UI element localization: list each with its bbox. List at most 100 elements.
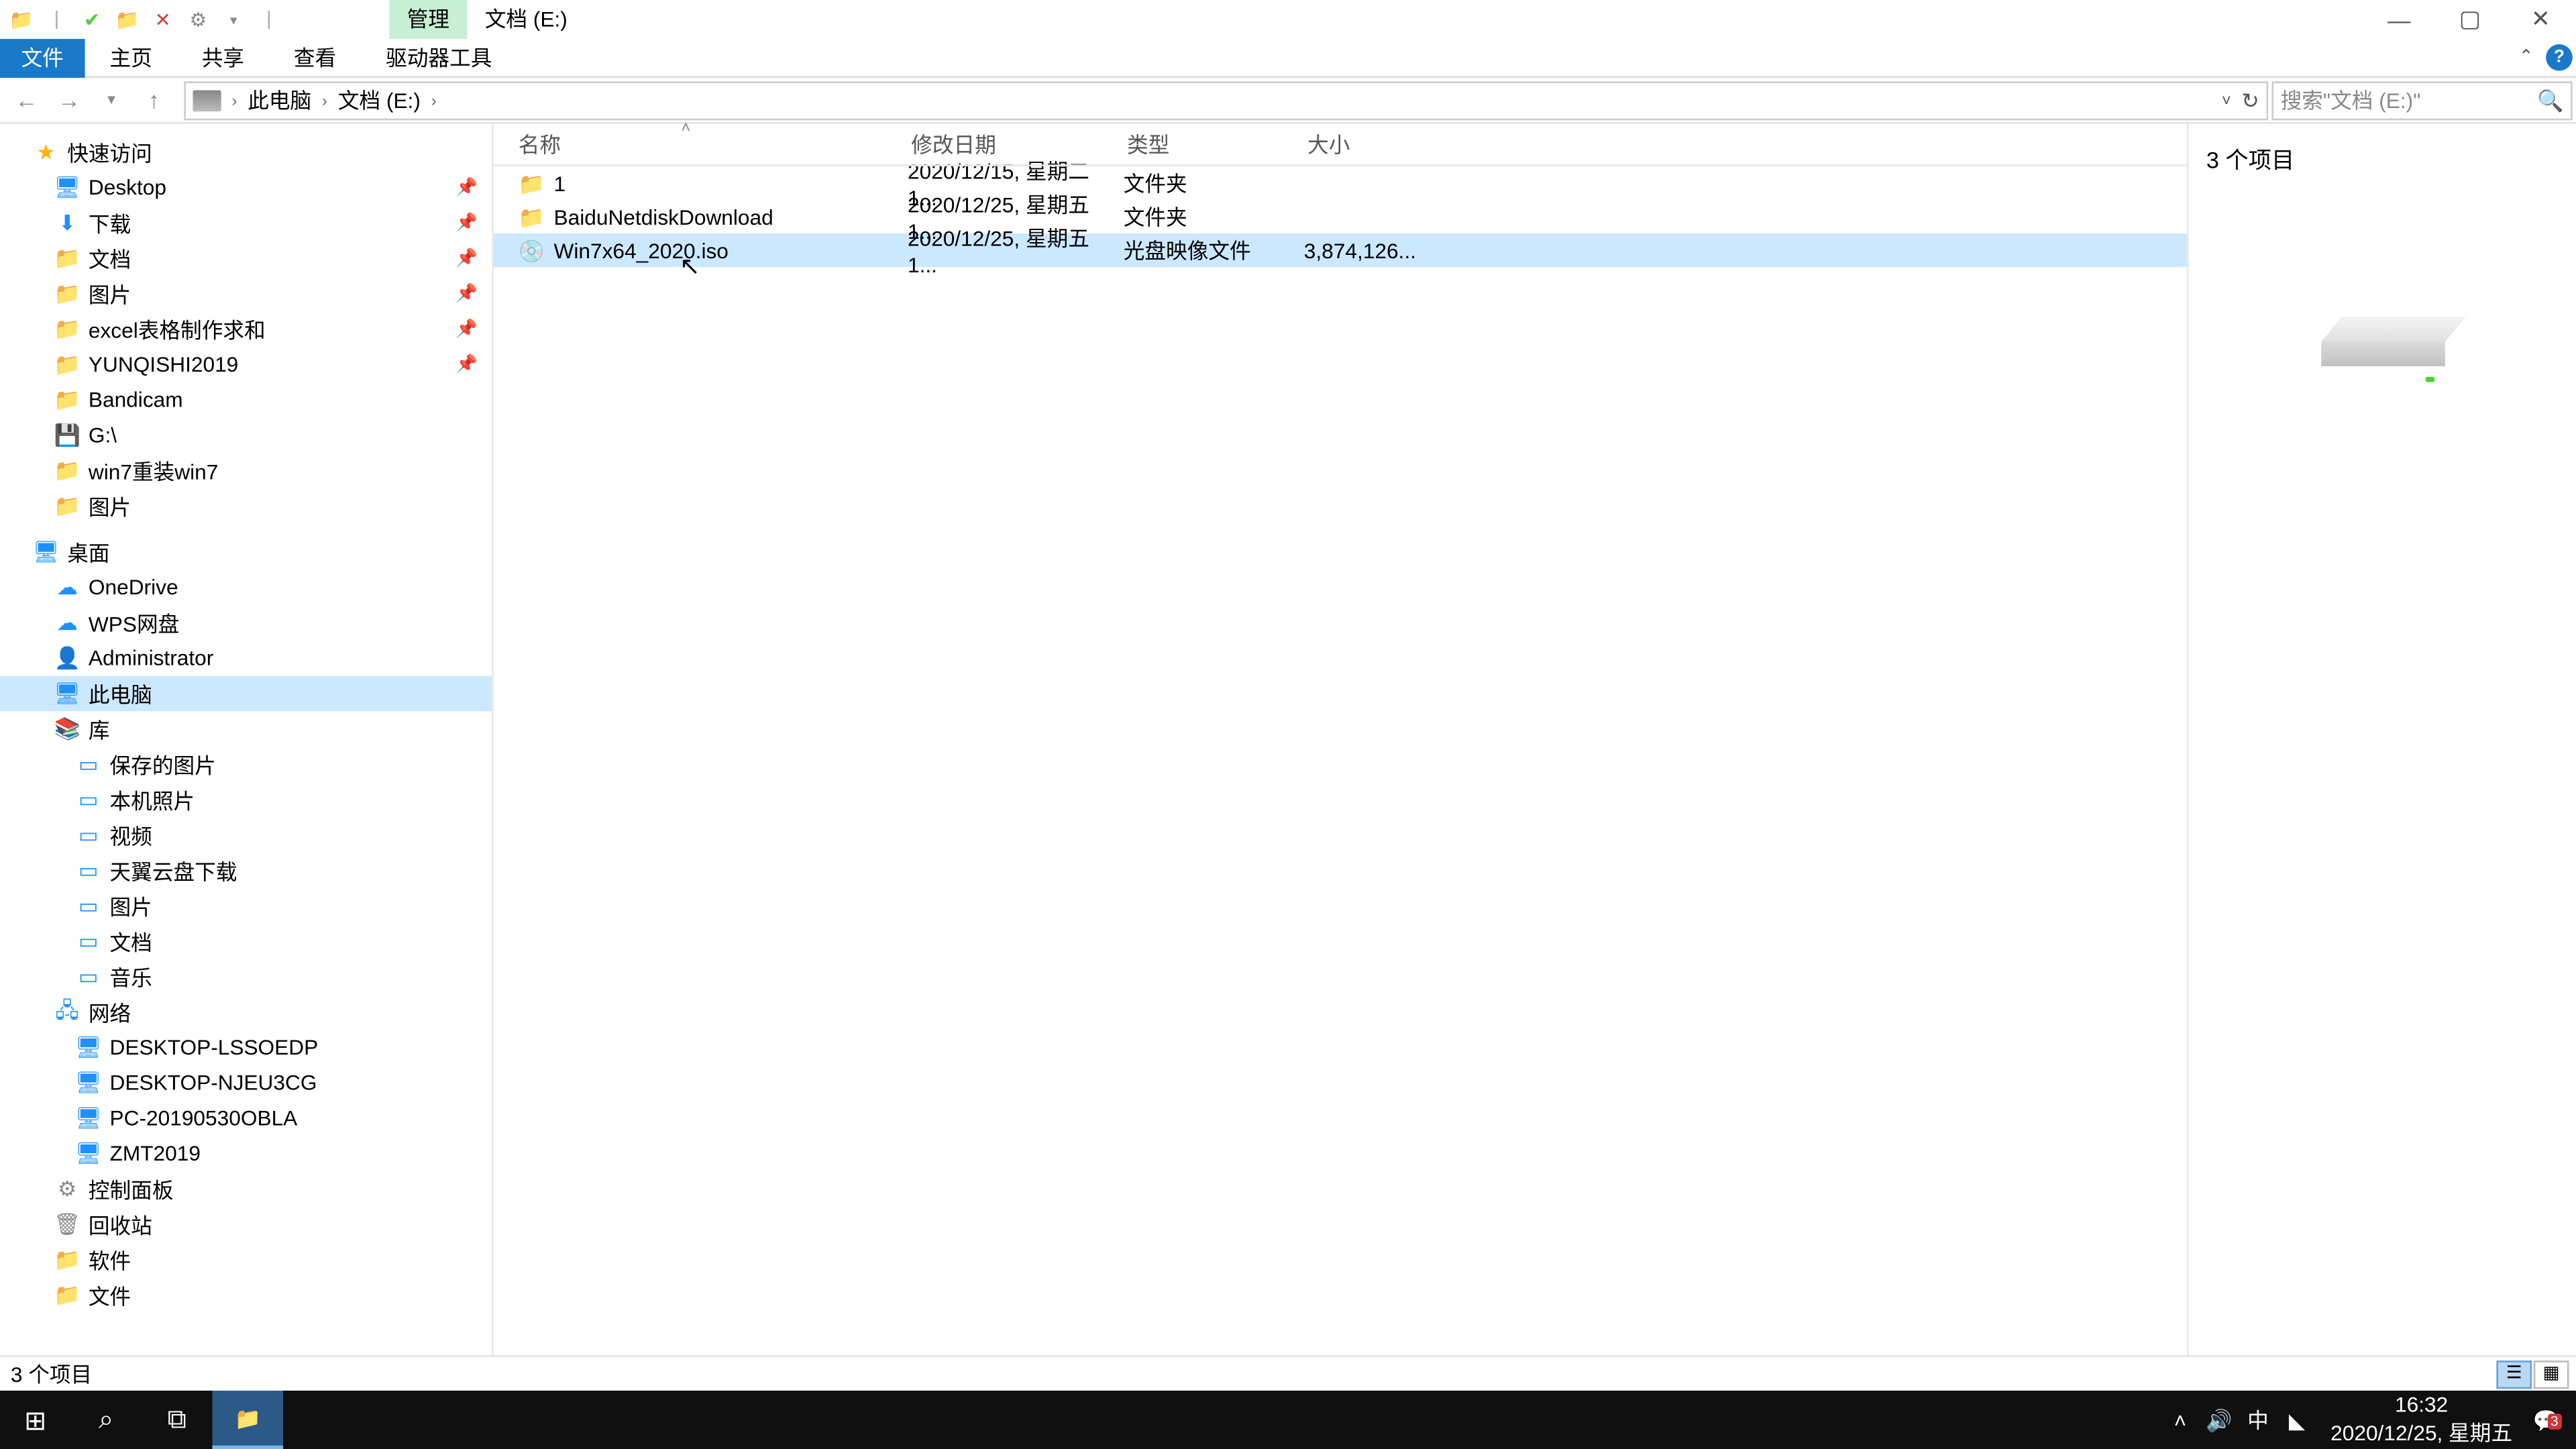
ribbon-file[interactable]: 文件 [0, 38, 85, 77]
nav-desktop-item[interactable]: 📁文件 [0, 1277, 492, 1313]
nav-desktop-item[interactable]: 🖥此电脑 [0, 676, 492, 711]
ribbon-collapse-icon[interactable]: ⌃ [2519, 48, 2534, 67]
nav-desktop-item[interactable]: ☁OneDrive [0, 570, 492, 605]
breadcrumb-drive[interactable]: 文档 (E:) [331, 85, 427, 115]
nav-quick-item[interactable]: 📁win7重装win7 [0, 453, 492, 488]
col-date[interactable]: 修改日期 [886, 129, 1102, 160]
nav-desktop-item[interactable]: 🗑回收站 [0, 1207, 492, 1242]
nav-library-item[interactable]: ▭图片 [0, 888, 492, 924]
taskbar-explorer[interactable]: 📁 [212, 1391, 282, 1449]
quick-access-toolbar: 📁 | ✔ 📁 ✕ ⚙ ▾ | [7, 5, 283, 34]
nav-network-item[interactable]: 🖥PC-20190530OBLA [0, 1100, 492, 1136]
nav-history-icon[interactable]: ▾ [92, 80, 131, 119]
nav-quick-item[interactable]: 📁excel表格制作求和📌 [0, 311, 492, 347]
task-view-icon[interactable]: ⧉ [142, 1391, 212, 1449]
qat-dropdown-icon[interactable]: ▾ [219, 5, 248, 34]
column-headers: 名称 ˄ 修改日期 类型 大小 [494, 124, 2187, 166]
chevron-right-icon[interactable]: › [228, 91, 240, 109]
minimize-button[interactable]: — [2364, 0, 2434, 39]
chevron-right-icon[interactable]: › [427, 91, 439, 109]
address-dropdown-icon[interactable]: ˅ [2222, 91, 2231, 109]
chevron-right-icon[interactable]: › [319, 91, 331, 109]
action-center-icon[interactable]: 💬3 [2526, 1407, 2565, 1432]
nav-quick-item[interactable]: 📁YUNQISHI2019📌 [0, 347, 492, 382]
nav-back-icon[interactable]: ← [7, 80, 46, 119]
col-type[interactable]: 类型 [1102, 129, 1283, 160]
ribbon-drive-tools[interactable]: 驱动器工具 [361, 38, 517, 77]
title-bar: 📁 | ✔ 📁 ✕ ⚙ ▾ | 管理 文档 (E:) — ▢ ✕ [0, 0, 2576, 39]
pin-icon: 📌 [455, 213, 478, 233]
pin-icon: 📌 [455, 249, 478, 268]
refresh-icon[interactable]: ↻ [2241, 88, 2259, 113]
nav-desktop-item[interactable]: 📁软件 [0, 1242, 492, 1277]
help-icon[interactable]: ? [2546, 44, 2573, 71]
nav-quick-access[interactable]: ★快速访问 [0, 134, 492, 170]
search-icon[interactable]: 🔍 [2537, 88, 2563, 113]
drive-large-icon [2320, 317, 2445, 387]
navigation-pane[interactable]: ★快速访问 🖥Desktop📌⬇下载📌📁文档📌📁图片📌📁excel表格制作求和📌… [0, 124, 492, 1395]
nav-up-icon[interactable]: ↑ [134, 80, 173, 119]
file-row[interactable]: 📁12020/12/15, 星期二 1...文件夹 [494, 166, 2187, 200]
address-bar[interactable]: › 此电脑 › 文档 (E:) › ˅ ↻ [184, 80, 2268, 119]
tray-overflow-icon[interactable]: ˄ [2161, 1407, 2200, 1432]
view-details-button[interactable]: ☰ [2496, 1360, 2532, 1388]
view-thumbnails-button[interactable]: ▦ [2534, 1360, 2569, 1388]
nav-library-item[interactable]: ▭天翼云盘下载 [0, 853, 492, 888]
nav-quick-item[interactable]: 📁图片 [0, 488, 492, 524]
nav-quick-item[interactable]: ⬇下载📌 [0, 205, 492, 241]
sort-asc-icon: ˄ [681, 119, 690, 136]
nav-forward-icon[interactable]: → [50, 80, 89, 119]
tray-clock[interactable]: 16:322020/12/25, 星期五 [2316, 1392, 2526, 1447]
nav-quick-item[interactable]: 📁文档📌 [0, 241, 492, 276]
nav-library-item[interactable]: ▭保存的图片 [0, 747, 492, 782]
system-tray: ˄ 🔊 中 ◣ 16:322020/12/25, 星期五 💬3 [2161, 1391, 2576, 1449]
ribbon-share[interactable]: 共享 [177, 38, 269, 77]
contextual-tab-manage[interactable]: 管理 [389, 0, 467, 39]
status-bar: 3 个项目 ☰ ▦ [0, 1355, 2576, 1391]
col-size[interactable]: 大小 [1283, 129, 1389, 160]
nav-library-item[interactable]: ▭本机照片 [0, 782, 492, 818]
qat-close-icon[interactable]: ✕ [149, 5, 177, 34]
nav-network-item[interactable]: 🖥DESKTOP-LSSOEDP [0, 1030, 492, 1065]
nav-desktop-item[interactable]: 🖧网络 [0, 994, 492, 1030]
nav-desktop[interactable]: 🖥桌面 [0, 534, 492, 570]
qat-sep: | [42, 5, 70, 34]
nav-desktop-item[interactable]: ☁WPS网盘 [0, 605, 492, 641]
file-row[interactable]: 📁BaiduNetdiskDownload2020/12/25, 星期五 1..… [494, 200, 2187, 233]
search-placeholder: 搜索"文档 (E:)" [2281, 85, 2421, 115]
tray-volume-icon[interactable]: 🔊 [2200, 1407, 2239, 1432]
pin-icon: 📌 [455, 284, 478, 303]
nav-network-item[interactable]: 🖥ZMT2019 [0, 1136, 492, 1171]
nav-library-item[interactable]: ▭文档 [0, 924, 492, 959]
nav-library-item[interactable]: ▭视频 [0, 817, 492, 853]
ribbon: 文件 主页 共享 查看 驱动器工具 ⌃ ? [0, 39, 2576, 78]
nav-desktop-item[interactable]: ⚙控制面板 [0, 1171, 492, 1207]
details-title: 3 个项目 [2206, 142, 2559, 175]
maximize-button[interactable]: ▢ [2434, 0, 2505, 39]
file-list-pane: 名称 ˄ 修改日期 类型 大小 📁12020/12/15, 星期二 1...文件… [492, 124, 2187, 1395]
file-row[interactable]: 💿Win7x64_2020.iso2020/12/25, 星期五 1...光盘映… [494, 233, 2187, 267]
qat-gear-icon[interactable]: ⚙ [184, 5, 212, 34]
nav-network-item[interactable]: 🖥DESKTOP-NJEU3CG [0, 1065, 492, 1101]
app-icon: 📁 [7, 5, 36, 34]
tray-security-icon[interactable]: ◣ [2277, 1407, 2316, 1432]
breadcrumb-this-pc[interactable]: 此电脑 [241, 85, 319, 115]
tray-ime-icon[interactable]: 中 [2239, 1405, 2277, 1435]
nav-quick-item[interactable]: 🖥Desktop📌 [0, 170, 492, 205]
pin-icon: 📌 [455, 178, 478, 197]
status-text: 3 个项目 [11, 1359, 92, 1389]
nav-desktop-item[interactable]: 👤Administrator [0, 641, 492, 676]
ribbon-view[interactable]: 查看 [269, 38, 361, 77]
search-input[interactable]: 搜索"文档 (E:)" 🔍 [2271, 80, 2572, 119]
nav-quick-item[interactable]: 📁Bandicam [0, 382, 492, 418]
start-button[interactable]: ⊞ [0, 1391, 70, 1449]
nav-desktop-item[interactable]: 📚库 [0, 711, 492, 747]
nav-quick-item[interactable]: 💾G:\ [0, 417, 492, 453]
qat-check-icon[interactable]: ✔ [78, 5, 106, 34]
qat-folder-icon[interactable]: 📁 [113, 5, 142, 34]
close-button[interactable]: ✕ [2506, 0, 2576, 39]
taskbar-search-icon[interactable]: ⌕ [70, 1391, 141, 1449]
nav-library-item[interactable]: ▭音乐 [0, 959, 492, 994]
ribbon-home[interactable]: 主页 [85, 38, 177, 77]
nav-quick-item[interactable]: 📁图片📌 [0, 276, 492, 311]
